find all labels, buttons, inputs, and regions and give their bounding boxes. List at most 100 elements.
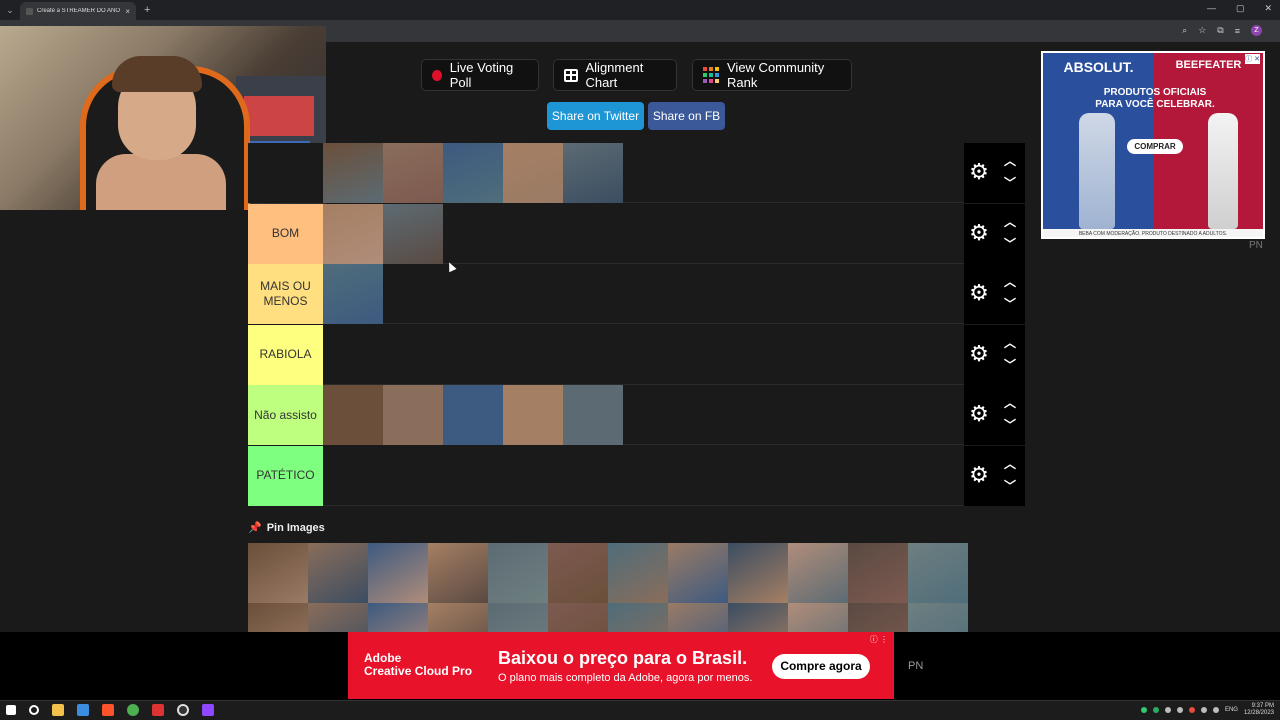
tray-icon[interactable] (1164, 707, 1171, 713)
maximize-icon[interactable]: ▢ (1236, 3, 1245, 14)
streamer-thumbnail[interactable] (443, 143, 503, 203)
tier-controls: ⚙ ︿ ﹀ (964, 203, 1025, 264)
new-tab-button[interactable]: + (144, 4, 150, 16)
store-icon[interactable] (77, 704, 89, 716)
side-panel-icon[interactable]: ≡ (1235, 26, 1240, 36)
pin-image-thumbnail[interactable] (668, 543, 728, 603)
streamer-thumbnail[interactable] (563, 385, 623, 445)
tier-label[interactable] (248, 143, 323, 203)
pin-image-thumbnail[interactable] (788, 543, 848, 603)
move-up-chevron-icon[interactable]: ︿ (1002, 155, 1018, 167)
share-facebook-button[interactable]: Share on FB (648, 102, 725, 130)
profile-avatar[interactable]: Z (1251, 25, 1262, 36)
streamer-thumbnail[interactable] (563, 143, 623, 203)
pin-image-thumbnail[interactable] (308, 543, 368, 603)
streamer-thumbnail[interactable] (443, 385, 503, 445)
pin-image-thumbnail[interactable] (368, 543, 428, 603)
pin-image-thumbnail[interactable] (248, 543, 308, 603)
twitch-icon[interactable] (202, 704, 214, 716)
move-down-chevron-icon[interactable]: ﹀ (1002, 298, 1018, 310)
browser-tabbar: ⌄ Create a STREAMER DO ANO (20... × + — … (0, 0, 1280, 20)
move-down-chevron-icon[interactable]: ﹀ (1002, 238, 1018, 250)
tier-settings-gear-icon[interactable]: ⚙ (968, 161, 990, 183)
ad-info-icon[interactable]: ⓘ ⋮ (870, 634, 888, 645)
pin-image-thumbnail[interactable] (608, 543, 668, 603)
move-down-chevron-icon[interactable]: ﹀ (1002, 359, 1018, 371)
streamer-thumbnail[interactable] (323, 385, 383, 445)
move-down-chevron-icon[interactable]: ﹀ (1002, 419, 1018, 431)
adobe-ad[interactable]: Adobe Creative Cloud Pro Baixou o preço … (348, 632, 894, 699)
obs-icon[interactable] (177, 704, 189, 716)
move-up-chevron-icon[interactable]: ︿ (1002, 458, 1018, 470)
tier-settings-gear-icon[interactable]: ⚙ (968, 463, 990, 486)
pin-image-thumbnail[interactable] (488, 543, 548, 603)
browser-tab[interactable]: Create a STREAMER DO ANO (20... × (20, 2, 136, 20)
move-down-chevron-icon[interactable]: ﹀ (1002, 480, 1018, 492)
alignment-chart-button[interactable]: Alignment Chart (553, 59, 677, 91)
move-down-chevron-icon[interactable]: ﹀ (1002, 177, 1018, 189)
move-up-chevron-icon[interactable]: ︿ (1002, 216, 1018, 228)
streamer-thumbnail[interactable] (503, 143, 563, 203)
minimize-icon[interactable]: — (1207, 3, 1216, 14)
language-indicator[interactable]: ENG (1225, 707, 1238, 713)
tierlist-page: Live Voting Poll Alignment Chart View Co… (0, 26, 1280, 700)
tray-icon[interactable] (1152, 707, 1159, 713)
ad-info-icon[interactable]: ⓘ ✕ (1245, 54, 1260, 64)
move-up-chevron-icon[interactable]: ︿ (1002, 397, 1018, 409)
pin-image-thumbnail[interactable] (848, 543, 908, 603)
tier-label[interactable]: RABIOLA (248, 324, 323, 385)
wifi-icon[interactable] (1200, 707, 1207, 713)
streamer-thumbnail[interactable] (383, 385, 443, 445)
tier-settings-gear-icon[interactable]: ⚙ (968, 342, 990, 365)
streamer-thumbnail[interactable] (503, 385, 563, 445)
chrome-icon[interactable] (127, 704, 139, 716)
taskbar-clock[interactable]: 9:37 PM 12/28/2023 (1244, 703, 1274, 717)
tier-settings-gear-icon[interactable]: ⚙ (968, 403, 990, 425)
tab-search-icon[interactable]: ⌄ (0, 5, 20, 16)
tier-controls: ⚙ ︿ ﹀ (964, 264, 1025, 324)
streamer-thumbnail[interactable] (383, 143, 443, 203)
adobe-cta-button[interactable]: Compre agora (772, 654, 870, 679)
brave-browser-icon[interactable] (102, 704, 114, 716)
app-icon[interactable] (152, 704, 164, 716)
pin-image-thumbnail[interactable] (908, 543, 968, 603)
tier-row: Não assisto ⚙ ︿ ﹀ (248, 385, 1025, 445)
streamer-thumbnail[interactable] (323, 203, 383, 264)
window-controls: — ▢ ✕ (1207, 3, 1272, 14)
streamer-thumbnail[interactable] (383, 203, 443, 264)
volume-icon[interactable] (1212, 707, 1219, 713)
bookmark-star-icon[interactable]: ☆ (1198, 25, 1206, 36)
tray-icon[interactable] (1176, 707, 1183, 713)
move-up-chevron-icon[interactable]: ︿ (1002, 337, 1018, 349)
search-icon[interactable] (29, 705, 39, 715)
live-voting-poll-button[interactable]: Live Voting Poll (421, 59, 539, 91)
tier-settings-gear-icon[interactable]: ⚙ (968, 221, 990, 244)
tier-label[interactable]: Não assisto (248, 385, 323, 445)
pin-image-thumbnail[interactable] (548, 543, 608, 603)
share-twitter-button[interactable]: Share on Twitter (547, 102, 644, 130)
tier-settings-gear-icon[interactable]: ⚙ (968, 282, 990, 304)
streamer-thumbnail[interactable] (323, 264, 383, 324)
liquor-ad[interactable]: ABSOLUT. BEEFEATER PRODUTOS OFICIAIS PAR… (1041, 51, 1265, 239)
tier-row: ⚙ ︿ ﹀ (248, 143, 1025, 203)
pin-image-thumbnail[interactable] (728, 543, 788, 603)
tray-icon[interactable] (1140, 707, 1147, 713)
tier-label[interactable]: PATÉTICO (248, 445, 323, 506)
tier-label[interactable]: MAIS OU MENOS (248, 264, 323, 324)
tab-close-icon[interactable]: × (125, 7, 130, 16)
move-up-chevron-icon[interactable]: ︿ (1002, 276, 1018, 288)
view-community-rank-button[interactable]: View Community Rank (692, 59, 852, 91)
tier-controls: ⚙ ︿ ﹀ (964, 445, 1025, 506)
zoom-icon[interactable]: ⌕ (1182, 25, 1187, 36)
extensions-icon[interactable]: ⧉ (1217, 25, 1223, 36)
ad-pn-label: PN (1249, 240, 1263, 251)
bottom-ad-bar: Adobe Creative Cloud Pro Baixou o preço … (0, 632, 1280, 700)
tray-icon[interactable] (1188, 707, 1195, 713)
windows-start-icon[interactable] (6, 705, 16, 715)
close-window-icon[interactable]: ✕ (1264, 3, 1272, 14)
tier-label[interactable]: BOM (248, 203, 323, 264)
pin-image-thumbnail[interactable] (428, 543, 488, 603)
ad-comprar-button[interactable]: COMPRAR (1127, 139, 1183, 154)
streamer-thumbnail[interactable] (323, 143, 383, 203)
file-explorer-icon[interactable] (52, 704, 64, 716)
